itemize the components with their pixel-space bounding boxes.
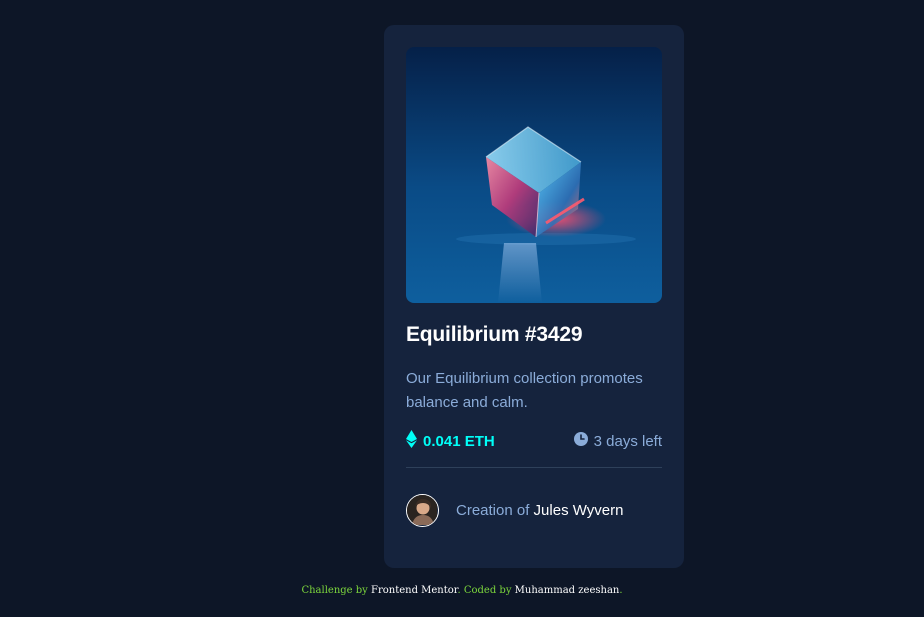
cube-illustration [406, 47, 662, 303]
creator-prefix: Creation of [456, 501, 530, 519]
clock-icon [573, 432, 588, 450]
creator-name-link[interactable]: Jules Wyvern [534, 502, 624, 519]
attribution-end: . [619, 585, 623, 596]
price: 0.041 ETH [406, 430, 495, 452]
nft-card: Equilibrium #3429 Our Equilibrium collec… [384, 25, 684, 568]
nft-title[interactable]: Equilibrium #3429 [406, 323, 662, 347]
creator: Creation of Jules Wyvern [406, 493, 623, 527]
avatar [406, 493, 439, 527]
challenge-prefix: Challenge by [301, 585, 368, 596]
author-link[interactable]: Muhammad zeeshan [515, 585, 620, 596]
ethereum-icon [406, 430, 417, 452]
nft-image[interactable] [406, 47, 662, 303]
nft-meta: 0.041 ETH 3 days left [406, 430, 662, 452]
coded-prefix: Coded by [463, 585, 512, 596]
creator-text: Creation of Jules Wyvern [456, 502, 623, 519]
time-left-value: 3 days left [593, 432, 662, 450]
divider [406, 467, 662, 468]
attribution: Challenge by Frontend Mentor. Coded by M… [0, 585, 924, 596]
time-left: 3 days left [573, 432, 662, 450]
nft-description: Our Equilibrium collection promotes bala… [406, 370, 643, 411]
frontend-mentor-link[interactable]: Frontend Mentor [371, 585, 457, 596]
price-value: 0.041 ETH [423, 432, 495, 450]
page: Equilibrium #3429 Our Equilibrium collec… [0, 0, 924, 617]
attribution-separator: . [457, 585, 461, 596]
